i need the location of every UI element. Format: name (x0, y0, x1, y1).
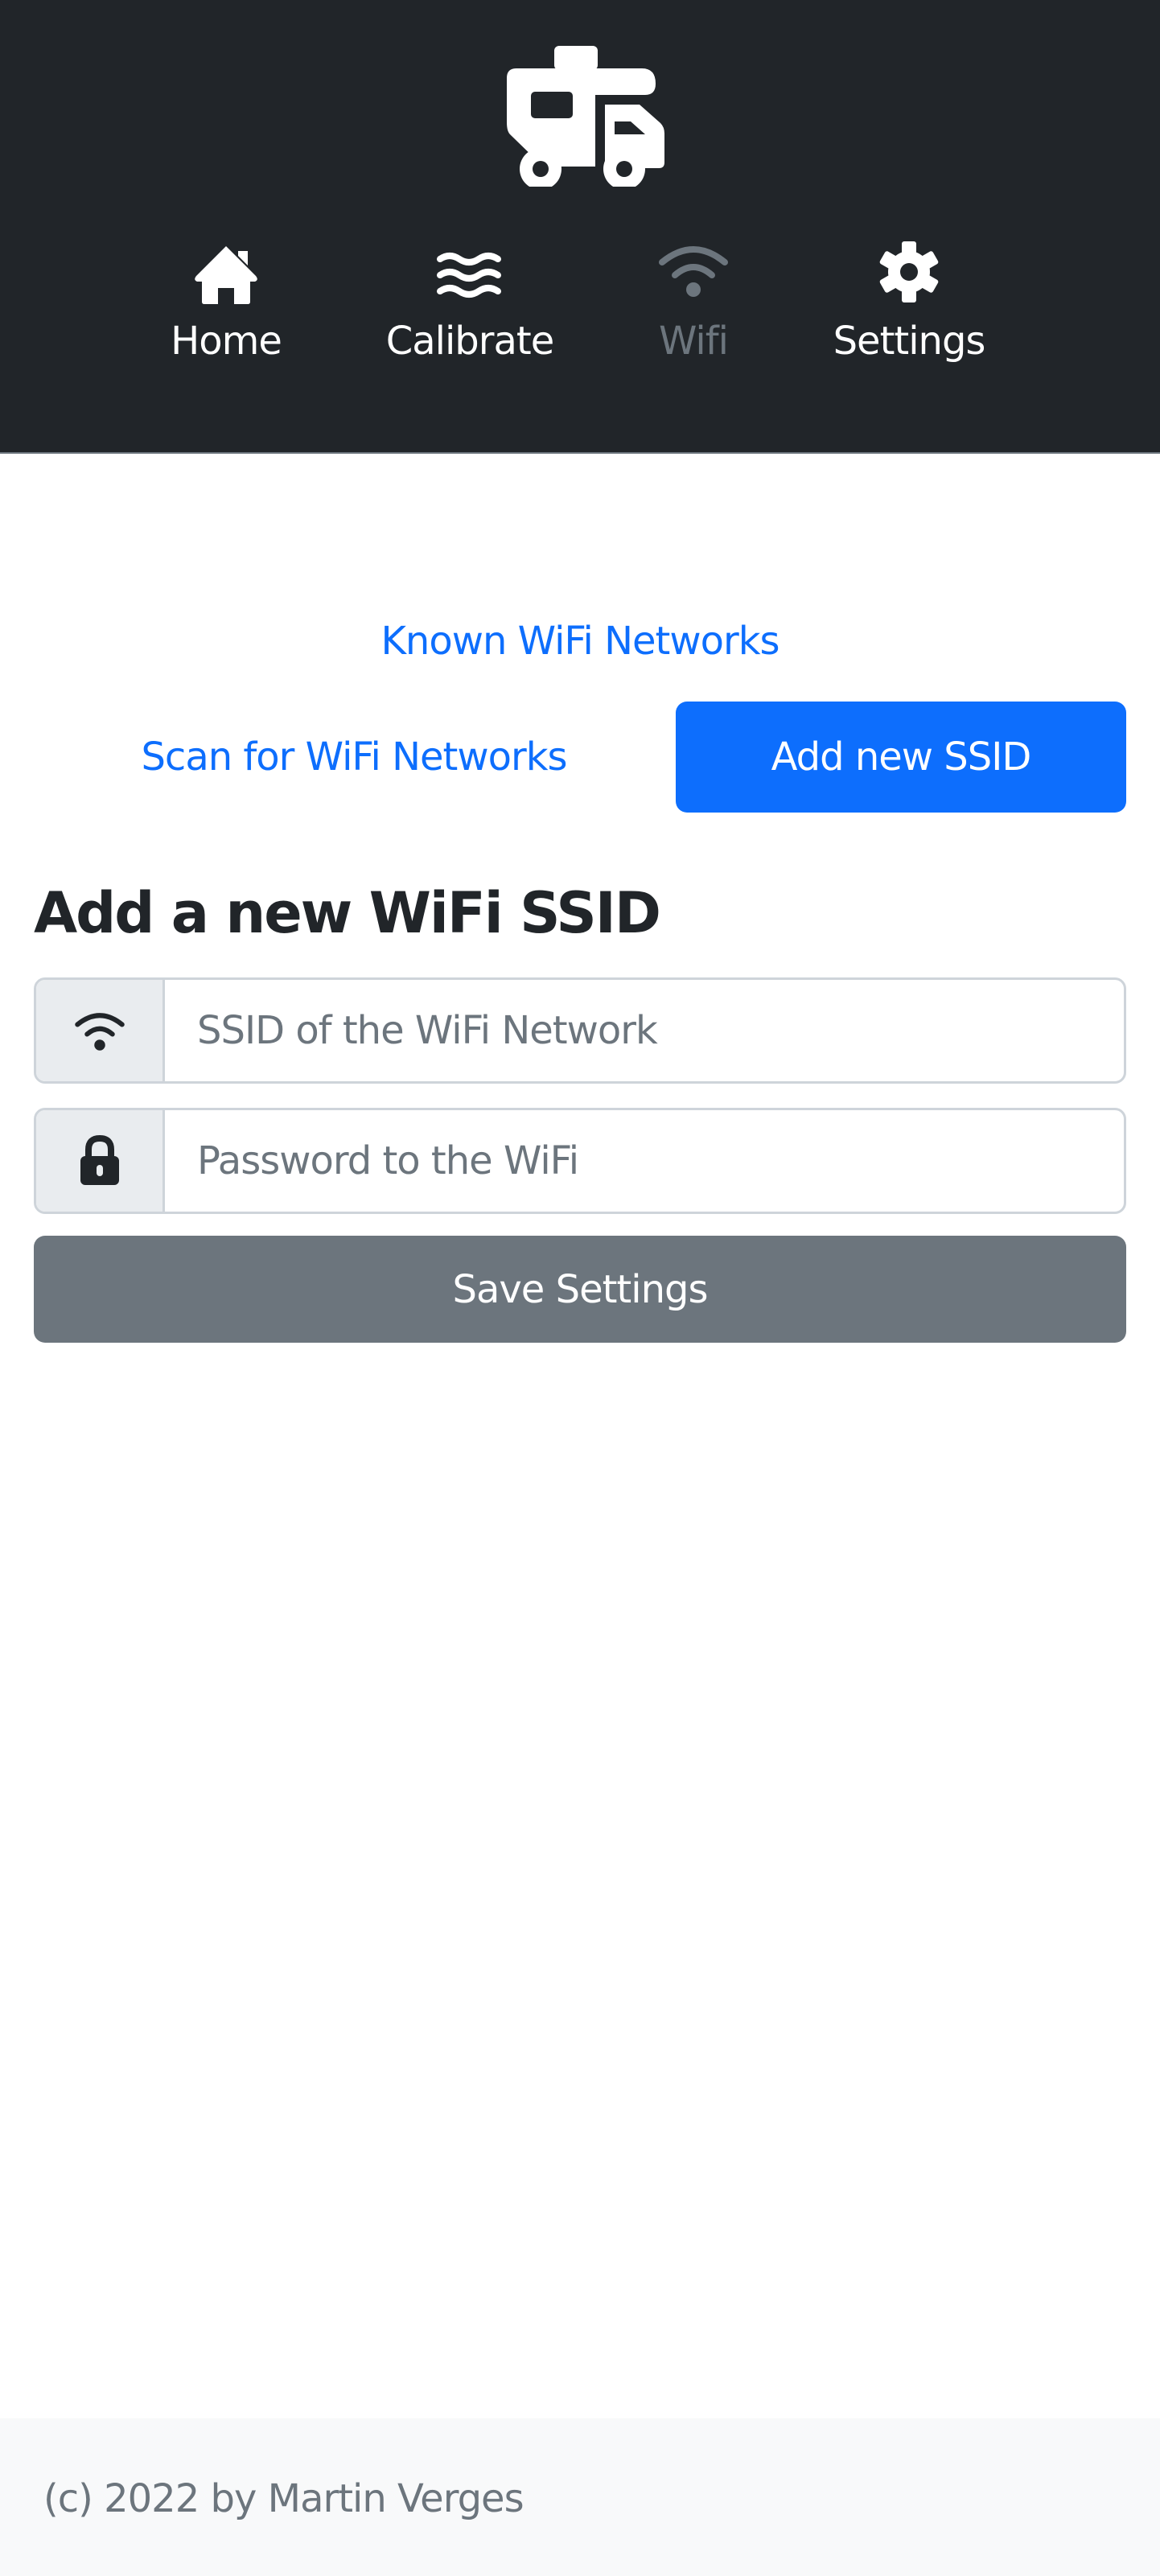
caravan-truck-icon (507, 46, 664, 187)
footer-copyright: (c) 2022 by Martin Verges (43, 2476, 524, 2521)
ssid-input-group (34, 977, 1126, 1084)
form-title: Add a new WiFi SSID (34, 880, 661, 946)
wifi-icon (74, 1013, 125, 1051)
nav-calibrate-label: Calibrate (385, 319, 555, 364)
known-networks-link[interactable]: Known WiFi Networks (0, 613, 1160, 669)
password-input-group (34, 1108, 1126, 1214)
nav-calibrate[interactable]: Calibrate (365, 241, 574, 365)
ssid-addon (36, 980, 165, 1081)
ssid-input[interactable] (165, 980, 1124, 1081)
nav-wifi[interactable]: Wifi (589, 241, 798, 365)
add-ssid-button[interactable]: Add new SSID (676, 702, 1126, 813)
top-header: Home Calibrate Wifi Settings (0, 0, 1160, 454)
save-settings-button[interactable]: Save Settings (34, 1236, 1126, 1343)
nav-home-label: Home (171, 319, 282, 364)
nav-settings[interactable]: Settings (804, 241, 1014, 365)
footer: (c) 2022 by Martin Verges (0, 2418, 1160, 2576)
password-input[interactable] (165, 1110, 1124, 1212)
lock-icon (80, 1135, 119, 1185)
password-addon (36, 1110, 165, 1212)
wifi-icon (659, 246, 728, 297)
nav-home[interactable]: Home (121, 241, 331, 365)
nav-settings-label: Settings (833, 319, 986, 364)
house-icon (195, 246, 257, 304)
nav-wifi-label: Wifi (659, 319, 729, 364)
gear-icon (879, 241, 939, 302)
scan-networks-link[interactable]: Scan for WiFi Networks (34, 702, 674, 813)
water-waves-icon (437, 253, 501, 298)
